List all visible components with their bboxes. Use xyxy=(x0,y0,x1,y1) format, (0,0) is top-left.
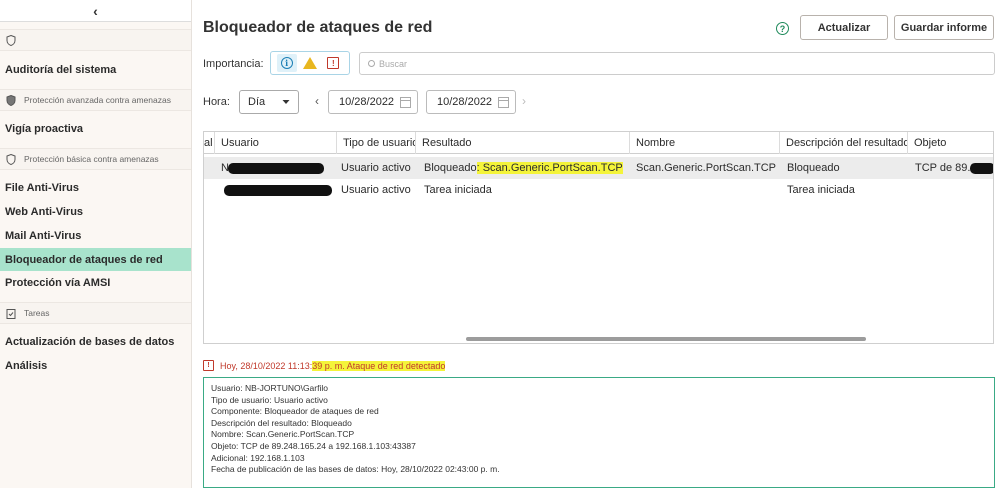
date-to-value: 10/28/2022 xyxy=(437,96,493,108)
error-icon: ! xyxy=(327,57,340,69)
sidebar-group-label: Protección avanzada contra amenazas xyxy=(24,95,171,105)
column-header-result[interactable]: Resultado xyxy=(416,132,630,154)
date-from-field[interactable]: 10/28/2022 xyxy=(328,90,418,114)
importance-warning-toggle[interactable] xyxy=(300,54,320,72)
detail-line-user: Usuario: NB-JORTUNO\Garfilo xyxy=(211,383,328,393)
detail-line-result-description: Descripción del resultado: Bloqueado xyxy=(211,417,352,428)
cell-name xyxy=(630,179,780,201)
sidebar-item-web-antivirus[interactable]: Web Anti-Virus xyxy=(0,201,191,223)
event-details-panel[interactable]: Usuario: NB-JORTUNO\Garfilo Tipo de usua… xyxy=(203,377,995,488)
error-icon: ! xyxy=(203,360,214,371)
importance-label: Importancia: xyxy=(203,58,264,70)
detail-header-text: Hoy, 28/10/2022 11:13: xyxy=(220,360,313,371)
cell-result: Tarea iniciada xyxy=(424,184,492,196)
next-date-button[interactable]: › xyxy=(522,94,526,108)
redaction-scribble xyxy=(970,163,993,174)
save-report-button[interactable]: Guardar informe xyxy=(894,15,994,40)
date-to-field[interactable]: 10/28/2022 xyxy=(426,90,516,114)
detail-line-additional: Adicional: 192.168.1.103 xyxy=(211,452,305,463)
refresh-button[interactable]: Actualizar xyxy=(800,15,888,40)
tasks-icon xyxy=(6,308,16,319)
detail-line-user-type: Tipo de usuario: Usuario activo xyxy=(211,394,328,405)
period-value: Día xyxy=(248,96,266,108)
detail-header: ! Hoy, 28/10/2022 11:13: 39 p. m. Ataque … xyxy=(203,360,446,371)
sidebar-group-top[interactable] xyxy=(0,29,191,51)
column-header-user-type[interactable]: Tipo de usuario xyxy=(337,132,416,154)
detail-line-name: Nombre: Scan.Generic.PortScan.TCP xyxy=(211,429,355,440)
sidebar-item-system-audit[interactable]: Auditoría del sistema xyxy=(0,59,191,81)
horizontal-scrollbar[interactable] xyxy=(204,335,993,343)
period-select[interactable]: Día xyxy=(239,90,299,114)
detail-line-component: Componente: Bloqueador de ataques de red xyxy=(211,406,379,417)
sidebar-group-basic-protection[interactable]: Protección básica contra amenazas xyxy=(0,148,191,170)
cell-result-description: Tarea iniciada xyxy=(787,184,855,196)
cell-result-highlight: : Scan.Generic.PortScan.TCP xyxy=(476,162,623,174)
importance-error-toggle[interactable]: ! xyxy=(323,54,343,72)
sidebar-group-label: Tareas xyxy=(24,308,50,318)
cell-object xyxy=(909,179,993,201)
sidebar-item-scan[interactable]: Análisis xyxy=(0,355,191,377)
column-header[interactable]: al xyxy=(204,132,215,154)
sidebar-item-database-update[interactable]: Actualización de bases de datos xyxy=(0,331,191,353)
table-header: al Usuario Tipo de usuario Resultado Nom… xyxy=(204,132,993,154)
table-row[interactable]: N Usuario activo Bloqueado: Scan.Generic… xyxy=(204,157,993,179)
sidebar: ‹ Auditoría del sistema Protección avanz… xyxy=(0,0,192,488)
chevron-down-icon xyxy=(282,96,290,108)
sidebar-item-network-attack-blocker[interactable]: Bloqueador de ataques de red xyxy=(0,248,191,271)
cell-user-type: Usuario activo xyxy=(341,184,411,196)
cell-user-type: Usuario activo xyxy=(341,162,411,174)
table-row[interactable]: Usuario activo Tarea iniciada Tarea inic… xyxy=(204,179,993,201)
redaction-scribble xyxy=(224,185,332,196)
collapse-sidebar-button[interactable]: ‹ xyxy=(0,0,191,22)
cell-result-description: Bloqueado xyxy=(787,162,840,174)
events-table: al Usuario Tipo de usuario Resultado Nom… xyxy=(203,131,994,344)
shield-icon xyxy=(6,34,16,46)
sidebar-group-advanced-protection[interactable]: Protección avanzada contra amenazas xyxy=(0,89,191,111)
sidebar-group-tasks[interactable]: Tareas xyxy=(0,302,191,324)
column-header-result-description[interactable]: Descripción del resultado xyxy=(780,132,908,154)
sidebar-group-label: Protección básica contra amenazas xyxy=(24,154,159,164)
column-header-object[interactable]: Objeto xyxy=(908,132,993,154)
scrollbar-thumb[interactable] xyxy=(466,337,866,341)
help-icon[interactable]: ? xyxy=(776,22,789,35)
previous-date-button[interactable]: ‹ xyxy=(315,94,319,108)
search-input[interactable]: Buscar xyxy=(359,52,995,75)
importance-info-toggle[interactable]: i xyxy=(276,54,297,72)
sidebar-item-proactive-watch[interactable]: Vigía proactiva xyxy=(0,118,191,140)
sidebar-item-file-antivirus[interactable]: File Anti-Virus xyxy=(0,177,191,199)
importance-filter: i ! xyxy=(270,51,350,75)
detail-line-database-date: Fecha de publicación de las bases de dat… xyxy=(211,464,500,475)
time-label: Hora: xyxy=(203,96,230,108)
info-icon: i xyxy=(280,57,293,69)
detail-header-highlight: 39 p. m. Ataque de red detectado xyxy=(312,360,446,371)
sidebar-item-mail-antivirus[interactable]: Mail Anti-Virus xyxy=(0,225,191,247)
detail-line-object: Objeto: TCP de 89.248.165.24 a 192.168.1… xyxy=(211,440,416,451)
column-header-name[interactable]: Nombre xyxy=(630,132,780,154)
cell-result-text: Bloqueado xyxy=(424,162,477,174)
warning-icon xyxy=(302,57,317,69)
sidebar-item-amsi-protection[interactable]: Protección vía AMSI xyxy=(0,272,191,294)
shield-icon xyxy=(6,153,16,165)
search-placeholder: Buscar xyxy=(379,58,408,69)
calendar-icon[interactable] xyxy=(498,97,509,108)
search-icon xyxy=(368,60,375,67)
page-title: Bloqueador de ataques de red xyxy=(203,19,433,36)
shield-icon xyxy=(6,94,16,106)
cell-name: Scan.Generic.PortScan.TCP xyxy=(636,162,777,174)
redaction-scribble xyxy=(228,163,324,174)
cell-result: Bloqueado: Scan.Generic.PortScan.TCP xyxy=(418,157,632,179)
column-header-user[interactable]: Usuario xyxy=(215,132,337,154)
calendar-icon[interactable] xyxy=(400,97,411,108)
date-from-value: 10/28/2022 xyxy=(339,96,395,108)
